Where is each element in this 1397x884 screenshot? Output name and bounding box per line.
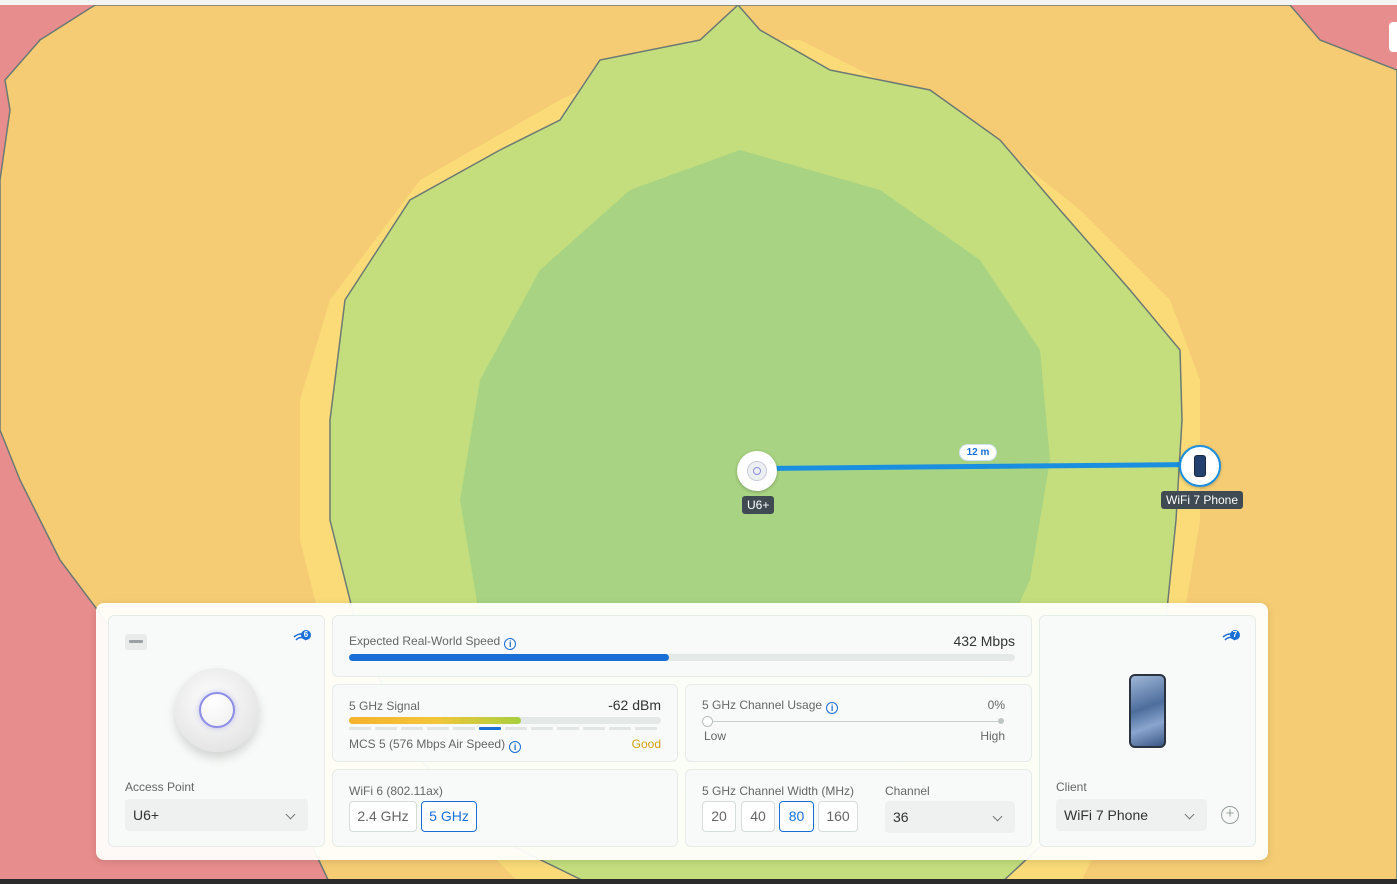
signal-scale-tick bbox=[479, 727, 501, 730]
speed-bar-track bbox=[349, 654, 1015, 661]
width-20-button[interactable]: 20 bbox=[702, 801, 736, 832]
speed-value: 432 Mbps bbox=[953, 633, 1015, 649]
simulation-panel: 6 Access Point U6+ Expected Real-World S… bbox=[96, 603, 1268, 860]
mcs-text: MCS 5 (576 Mbps Air Speed) bbox=[349, 737, 506, 751]
client-label: Client bbox=[1056, 780, 1087, 794]
channel-usage-high: High bbox=[980, 729, 1005, 743]
ap-device-icon bbox=[747, 461, 767, 481]
ap-device-image bbox=[175, 668, 259, 752]
signal-scale-tick bbox=[635, 727, 657, 730]
ap-node-label: U6+ bbox=[742, 496, 775, 514]
band-2-4ghz-button[interactable]: 2.4 GHz bbox=[349, 801, 417, 832]
channel-width-label: 5 GHz Channel Width (MHz) bbox=[702, 784, 855, 798]
ap-model-icon bbox=[125, 634, 147, 650]
window-bottom-border bbox=[0, 879, 1397, 884]
signal-card: 5 GHz Signal -62 dBm MCS 5 (576 Mbps Air… bbox=[332, 684, 678, 762]
channel-select[interactable]: 36 bbox=[885, 801, 1015, 833]
signal-scale-tick bbox=[401, 727, 423, 730]
channel-usage-card: 5 GHz Channel Usage i 0% Low High bbox=[685, 684, 1032, 762]
speed-info-icon[interactable]: i bbox=[504, 638, 517, 650]
band-5ghz-button[interactable]: 5 GHz bbox=[421, 801, 477, 832]
channel-usage-label: 5 GHz Channel Usage bbox=[702, 698, 823, 712]
signal-quality: Good bbox=[631, 737, 661, 751]
signal-label: 5 GHz Signal bbox=[349, 699, 420, 713]
signal-scale-tick bbox=[609, 727, 631, 730]
channel-usage-info-icon[interactable]: i bbox=[826, 702, 839, 714]
client-select-value: WiFi 7 Phone bbox=[1064, 807, 1149, 823]
speed-label: Expected Real-World Speed bbox=[349, 634, 501, 648]
client-card: 7 Client WiFi 7 Phone + bbox=[1039, 615, 1256, 847]
width-40-button[interactable]: 40 bbox=[741, 801, 775, 832]
access-point-card: 6 Access Point U6+ bbox=[108, 615, 325, 847]
width-160-button[interactable]: 160 bbox=[818, 801, 858, 832]
access-point-select[interactable]: U6+ bbox=[125, 799, 308, 831]
signal-scale-tick bbox=[531, 727, 553, 730]
channel-usage-value: 0% bbox=[987, 698, 1005, 712]
signal-value: -62 dBm bbox=[608, 697, 661, 713]
side-panel-toggle[interactable] bbox=[1389, 22, 1397, 52]
distance-badge: 12 m bbox=[960, 445, 996, 460]
client-node-label: WiFi 7 Phone bbox=[1161, 491, 1244, 509]
channel-usage-slider-handle[interactable] bbox=[702, 716, 713, 727]
speed-card: Expected Real-World Speed i 432 Mbps bbox=[332, 615, 1032, 677]
channel-label: Channel bbox=[885, 784, 930, 798]
signal-scale-ticks bbox=[349, 727, 661, 730]
signal-bar-fill bbox=[349, 717, 521, 724]
channel-select-value: 36 bbox=[893, 809, 909, 825]
access-point-label: Access Point bbox=[125, 780, 195, 794]
signal-scale-tick bbox=[583, 727, 605, 730]
channel-usage-low: Low bbox=[704, 729, 727, 743]
wifi6-badge-icon: 6 bbox=[293, 630, 311, 648]
wifi7-badge-number: 7 bbox=[1230, 630, 1240, 640]
channel-width-card: 5 GHz Channel Width (MHz) 20 40 80 160 C… bbox=[685, 769, 1032, 847]
window-top-border bbox=[0, 0, 1397, 5]
channel-usage-slider-end bbox=[998, 718, 1004, 724]
signal-bar-track bbox=[349, 717, 661, 724]
channel-usage-slider-track bbox=[706, 721, 1002, 722]
chevron-down-icon bbox=[992, 811, 1003, 822]
chevron-down-icon bbox=[285, 809, 296, 820]
width-80-button[interactable]: 80 bbox=[779, 801, 814, 832]
wifi-standard-card: WiFi 6 (802.11ax) 2.4 GHz 5 GHz bbox=[332, 769, 678, 847]
speed-bar-fill bbox=[349, 654, 669, 661]
signal-scale-tick bbox=[453, 727, 475, 730]
signal-scale-tick bbox=[427, 727, 449, 730]
client-phone-image bbox=[1129, 674, 1166, 748]
mcs-info-icon[interactable]: i bbox=[509, 741, 522, 753]
signal-scale-tick bbox=[375, 727, 397, 730]
signal-scale-tick bbox=[349, 727, 371, 730]
speed-label-row: Expected Real-World Speed i bbox=[349, 634, 517, 650]
client-select[interactable]: WiFi 7 Phone bbox=[1056, 799, 1207, 831]
access-point-select-value: U6+ bbox=[133, 807, 160, 823]
add-client-icon[interactable]: + bbox=[1221, 806, 1239, 824]
wifi-standard-label: WiFi 6 (802.11ax) bbox=[349, 784, 443, 798]
phone-icon bbox=[1194, 455, 1206, 477]
chevron-down-icon bbox=[1184, 809, 1195, 820]
channel-usage-row: 5 GHz Channel Usage i bbox=[702, 698, 839, 714]
client-node-marker[interactable] bbox=[1179, 445, 1221, 487]
wifi6-badge-number: 6 bbox=[301, 630, 311, 640]
signal-scale-tick bbox=[557, 727, 579, 730]
signal-scale-tick bbox=[505, 727, 527, 730]
wifi7-badge-icon: 7 bbox=[1222, 630, 1240, 648]
mcs-row: MCS 5 (576 Mbps Air Speed) i bbox=[349, 737, 522, 753]
ap-node-marker[interactable] bbox=[737, 451, 777, 491]
